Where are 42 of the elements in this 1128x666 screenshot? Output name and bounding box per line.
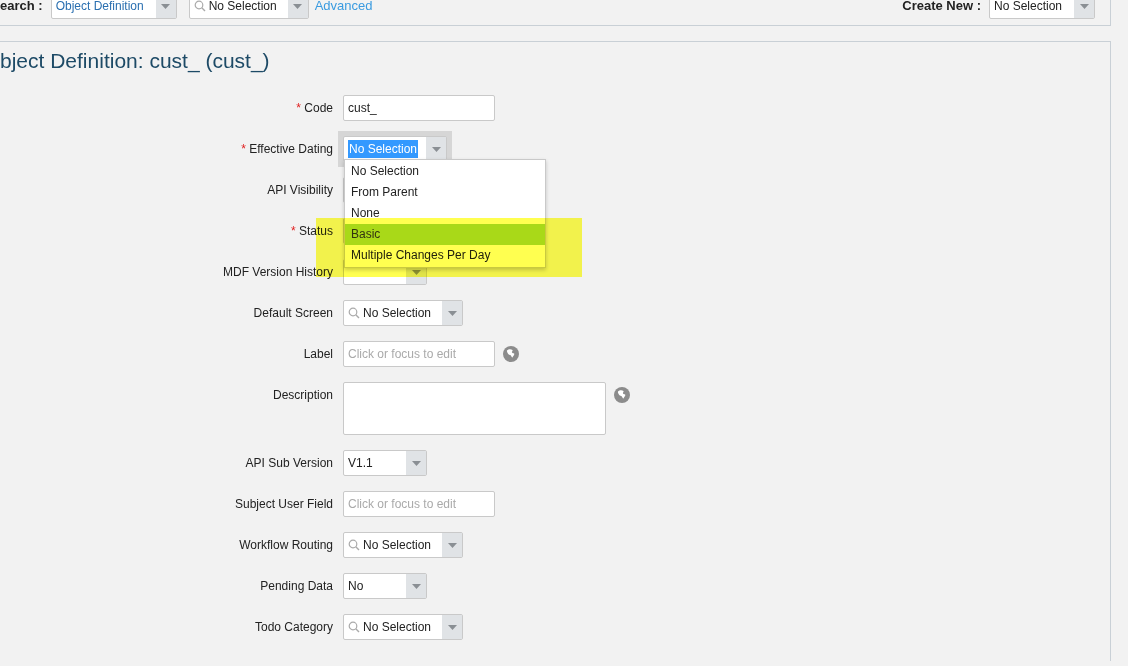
text-input[interactable]: cust_ bbox=[343, 95, 495, 121]
select-dropdown[interactable]: No Selection bbox=[343, 300, 463, 326]
globe-icon[interactable] bbox=[614, 387, 630, 403]
field-label: Description bbox=[272, 388, 333, 402]
field-label: * Effective Dating bbox=[241, 142, 333, 156]
text-input[interactable]: Click or focus to edit bbox=[343, 341, 495, 367]
caret-icon bbox=[155, 0, 176, 18]
caret-icon bbox=[442, 615, 462, 639]
caret-icon bbox=[1074, 0, 1094, 18]
caret-icon bbox=[442, 301, 462, 325]
search-icon bbox=[348, 621, 360, 633]
object-type-dropdown[interactable]: Object Definition bbox=[50, 0, 177, 19]
search-icon bbox=[348, 307, 360, 319]
field-label: API Sub Version bbox=[245, 456, 333, 470]
field-label: * Code bbox=[296, 101, 333, 115]
caret-icon bbox=[406, 451, 426, 475]
field-label: Todo Category bbox=[254, 620, 333, 634]
create-new-dropdown[interactable]: No Selection bbox=[989, 0, 1095, 19]
field-label: Default Screen bbox=[253, 306, 333, 320]
search-icon bbox=[348, 539, 360, 551]
field-label: API Visibility bbox=[267, 183, 333, 197]
globe-icon[interactable] bbox=[503, 346, 519, 362]
page-title: bject Definition: cust_ (cust_) bbox=[0, 48, 271, 74]
dropdown-option[interactable]: No Selection bbox=[345, 161, 545, 182]
caret-icon bbox=[442, 533, 462, 557]
create-new-label: Create New : bbox=[902, 0, 981, 16]
caret-icon bbox=[287, 0, 308, 18]
field-label: Label bbox=[303, 347, 333, 361]
field-label: Subject User Field bbox=[234, 497, 333, 511]
select-dropdown[interactable]: No Selection bbox=[343, 532, 463, 558]
select-dropdown[interactable]: No Selection bbox=[343, 614, 463, 640]
text-input[interactable]: Click or focus to edit bbox=[343, 491, 495, 517]
search-label: earch : bbox=[0, 0, 43, 16]
select-dropdown[interactable]: No bbox=[343, 573, 427, 599]
field-label: Workflow Routing bbox=[239, 538, 333, 552]
caret-icon bbox=[406, 574, 426, 598]
dropdown-option[interactable]: From Parent bbox=[345, 182, 545, 203]
caret-icon bbox=[426, 137, 446, 161]
search-icon bbox=[193, 0, 206, 12]
select-dropdown[interactable]: V1.1 bbox=[343, 450, 427, 476]
search-dropdown[interactable]: No Selection bbox=[188, 0, 309, 19]
field-label: Pending Data bbox=[260, 579, 333, 593]
